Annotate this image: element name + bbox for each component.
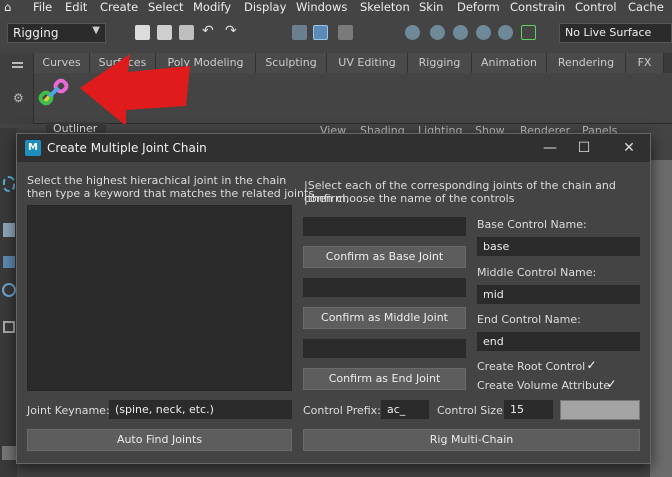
end-control-name-label: End Control Name: xyxy=(477,313,581,326)
right-instructions-line2: |then choose the name of the controls xyxy=(304,192,515,205)
control-prefix-input[interactable] xyxy=(381,400,429,419)
menu-deform[interactable]: Deform xyxy=(457,0,500,14)
menu-edit[interactable]: Edit xyxy=(65,0,87,14)
shelf-tab-label: Rigging xyxy=(418,56,461,69)
shelf-tab-label: Curves xyxy=(42,56,81,69)
middle-joint-field[interactable] xyxy=(303,278,466,297)
close-icon[interactable]: ✕ xyxy=(617,138,641,158)
create-root-control-label: Create Root Control xyxy=(477,360,586,373)
maximize-icon[interactable]: ☐ xyxy=(572,138,596,158)
menu-select[interactable]: Select xyxy=(148,0,183,14)
maya-menubar: ⌂ File Edit Create Select Modify Display… xyxy=(0,0,672,15)
maya-status-line: Rigging ▼ ↶ ↷ No Live Surface xyxy=(0,15,672,51)
chevron-down-icon: ▼ xyxy=(92,25,100,36)
middle-control-name-label: Middle Control Name: xyxy=(477,266,597,279)
create-volume-attribute-checkbox[interactable]: ✓ xyxy=(605,378,618,391)
confirm-base-joint-button[interactable]: Confirm as Base Joint xyxy=(303,246,466,268)
maya-app-icon: M xyxy=(25,140,41,156)
menu-file[interactable]: File xyxy=(33,0,52,14)
middle-control-name-input[interactable] xyxy=(477,285,640,304)
left-instructions-line1: Select the highest hierachical joint in … xyxy=(27,174,287,187)
snap-curve-icon[interactable] xyxy=(430,25,445,40)
control-size-label: Control Size xyxy=(437,404,503,417)
redo-icon[interactable]: ↷ xyxy=(225,24,240,40)
live-surface-field[interactable]: No Live Surface xyxy=(559,23,672,43)
create-multiple-joint-chain-dialog: M Create Multiple Joint Chain — ☐ ✕ Sele… xyxy=(16,133,651,464)
joint-keyname-input[interactable] xyxy=(109,400,292,419)
new-scene-icon[interactable] xyxy=(135,25,150,40)
menu-create[interactable]: Create xyxy=(100,0,138,14)
menu-skin[interactable]: Skin xyxy=(419,0,443,14)
undo-icon[interactable]: ↶ xyxy=(202,24,217,40)
create-volume-attribute-label: Create Volume Attribute xyxy=(477,379,611,392)
menu-control[interactable]: Control xyxy=(575,0,617,14)
dialog-titlebar[interactable]: M Create Multiple Joint Chain — ☐ ✕ xyxy=(17,134,650,162)
select-hierarchy-icon[interactable] xyxy=(292,25,307,40)
menu-modify[interactable]: Modify xyxy=(193,0,231,14)
confirm-end-joint-button[interactable]: Confirm as End Joint xyxy=(303,368,466,390)
menu-set-value: Rigging xyxy=(13,26,59,40)
lasso-tool-icon[interactable] xyxy=(3,176,15,192)
confirm-middle-joint-button[interactable]: Confirm as Middle Joint xyxy=(303,307,466,329)
shelf-tab-label: Sculpting xyxy=(265,56,317,69)
red-arrow-annotation xyxy=(80,54,190,126)
shelf-tab-label: Animation xyxy=(480,56,538,69)
menu-skeleton[interactable]: Skeleton xyxy=(360,0,410,14)
control-color-swatch[interactable] xyxy=(560,400,640,420)
chain-link-icon[interactable] xyxy=(38,76,70,108)
rig-multi-chain-button[interactable]: Rig Multi-Chain xyxy=(303,429,640,451)
shelf-tab-fx[interactable]: FX xyxy=(626,53,664,73)
paint-tool-icon[interactable] xyxy=(3,223,15,237)
joint-list-box[interactable] xyxy=(27,205,292,391)
control-prefix-label: Control Prefix: xyxy=(303,404,381,417)
menu-display[interactable]: Display xyxy=(244,0,286,14)
shelf-tab-label: FX xyxy=(637,56,652,69)
control-size-input[interactable] xyxy=(504,400,553,419)
shelf-tab-label: UV Editing xyxy=(338,56,396,69)
shelf-tab-animation[interactable]: Animation xyxy=(472,53,547,73)
tool-box xyxy=(0,128,17,477)
snap-live-icon[interactable] xyxy=(498,25,513,40)
menu-constrain[interactable]: Constrain xyxy=(510,0,565,14)
shelf-tab-rigging[interactable]: Rigging xyxy=(408,53,472,73)
snap-point-icon[interactable] xyxy=(453,25,468,40)
shelf-menu-icon[interactable] xyxy=(12,62,23,64)
end-joint-field[interactable] xyxy=(303,339,466,358)
select-component-icon[interactable] xyxy=(338,25,353,40)
base-control-name-label: Base Control Name: xyxy=(477,218,587,231)
minimize-icon[interactable]: — xyxy=(538,138,562,158)
collapse-panel-icon[interactable] xyxy=(2,446,16,460)
shelf-side-controls: ⚙ xyxy=(0,53,34,124)
snap-view-plane-icon[interactable] xyxy=(476,25,491,40)
create-root-control-checkbox[interactable]: ✓ xyxy=(585,359,598,372)
auto-find-joints-button[interactable]: Auto Find Joints xyxy=(27,429,292,451)
menu-set-dropdown[interactable]: Rigging ▼ xyxy=(7,23,106,43)
scale-tool-icon[interactable] xyxy=(3,321,15,333)
select-object-icon[interactable] xyxy=(313,25,328,40)
live-surface-label: No Live Surface xyxy=(565,26,652,39)
home-icon[interactable]: ⌂ xyxy=(4,0,11,14)
joint-keyname-label: Joint Keyname: xyxy=(27,404,110,417)
menu-cache[interactable]: Cache xyxy=(628,0,664,14)
shelf-tab-sculpting[interactable]: Sculpting xyxy=(256,53,327,73)
menu-windows[interactable]: Windows xyxy=(296,0,347,14)
dialog-title: Create Multiple Joint Chain xyxy=(47,141,207,155)
base-joint-field[interactable] xyxy=(303,217,466,236)
left-instructions-line2: then type a keyword that matches the rel… xyxy=(27,187,315,200)
base-control-name-input[interactable] xyxy=(477,237,640,256)
shelf-tab-label: Rendering xyxy=(557,56,615,69)
shelf-settings-gear-icon[interactable]: ⚙ xyxy=(13,91,24,105)
magnet-icon[interactable] xyxy=(521,25,536,40)
viewport-scene-background xyxy=(650,160,672,477)
save-scene-icon[interactable] xyxy=(179,25,194,40)
end-control-name-input[interactable] xyxy=(477,332,640,351)
open-scene-icon[interactable] xyxy=(157,25,172,40)
snap-grid-icon[interactable] xyxy=(405,25,420,40)
shelf-body xyxy=(0,54,672,126)
shelf-tab-uv-editing[interactable]: UV Editing xyxy=(327,53,408,73)
rotate-tool-icon[interactable] xyxy=(2,283,16,297)
move-tool-icon[interactable] xyxy=(3,256,15,268)
shelf-tab-rendering[interactable]: Rendering xyxy=(547,53,626,73)
shelf-menu-icon-line xyxy=(12,66,23,68)
